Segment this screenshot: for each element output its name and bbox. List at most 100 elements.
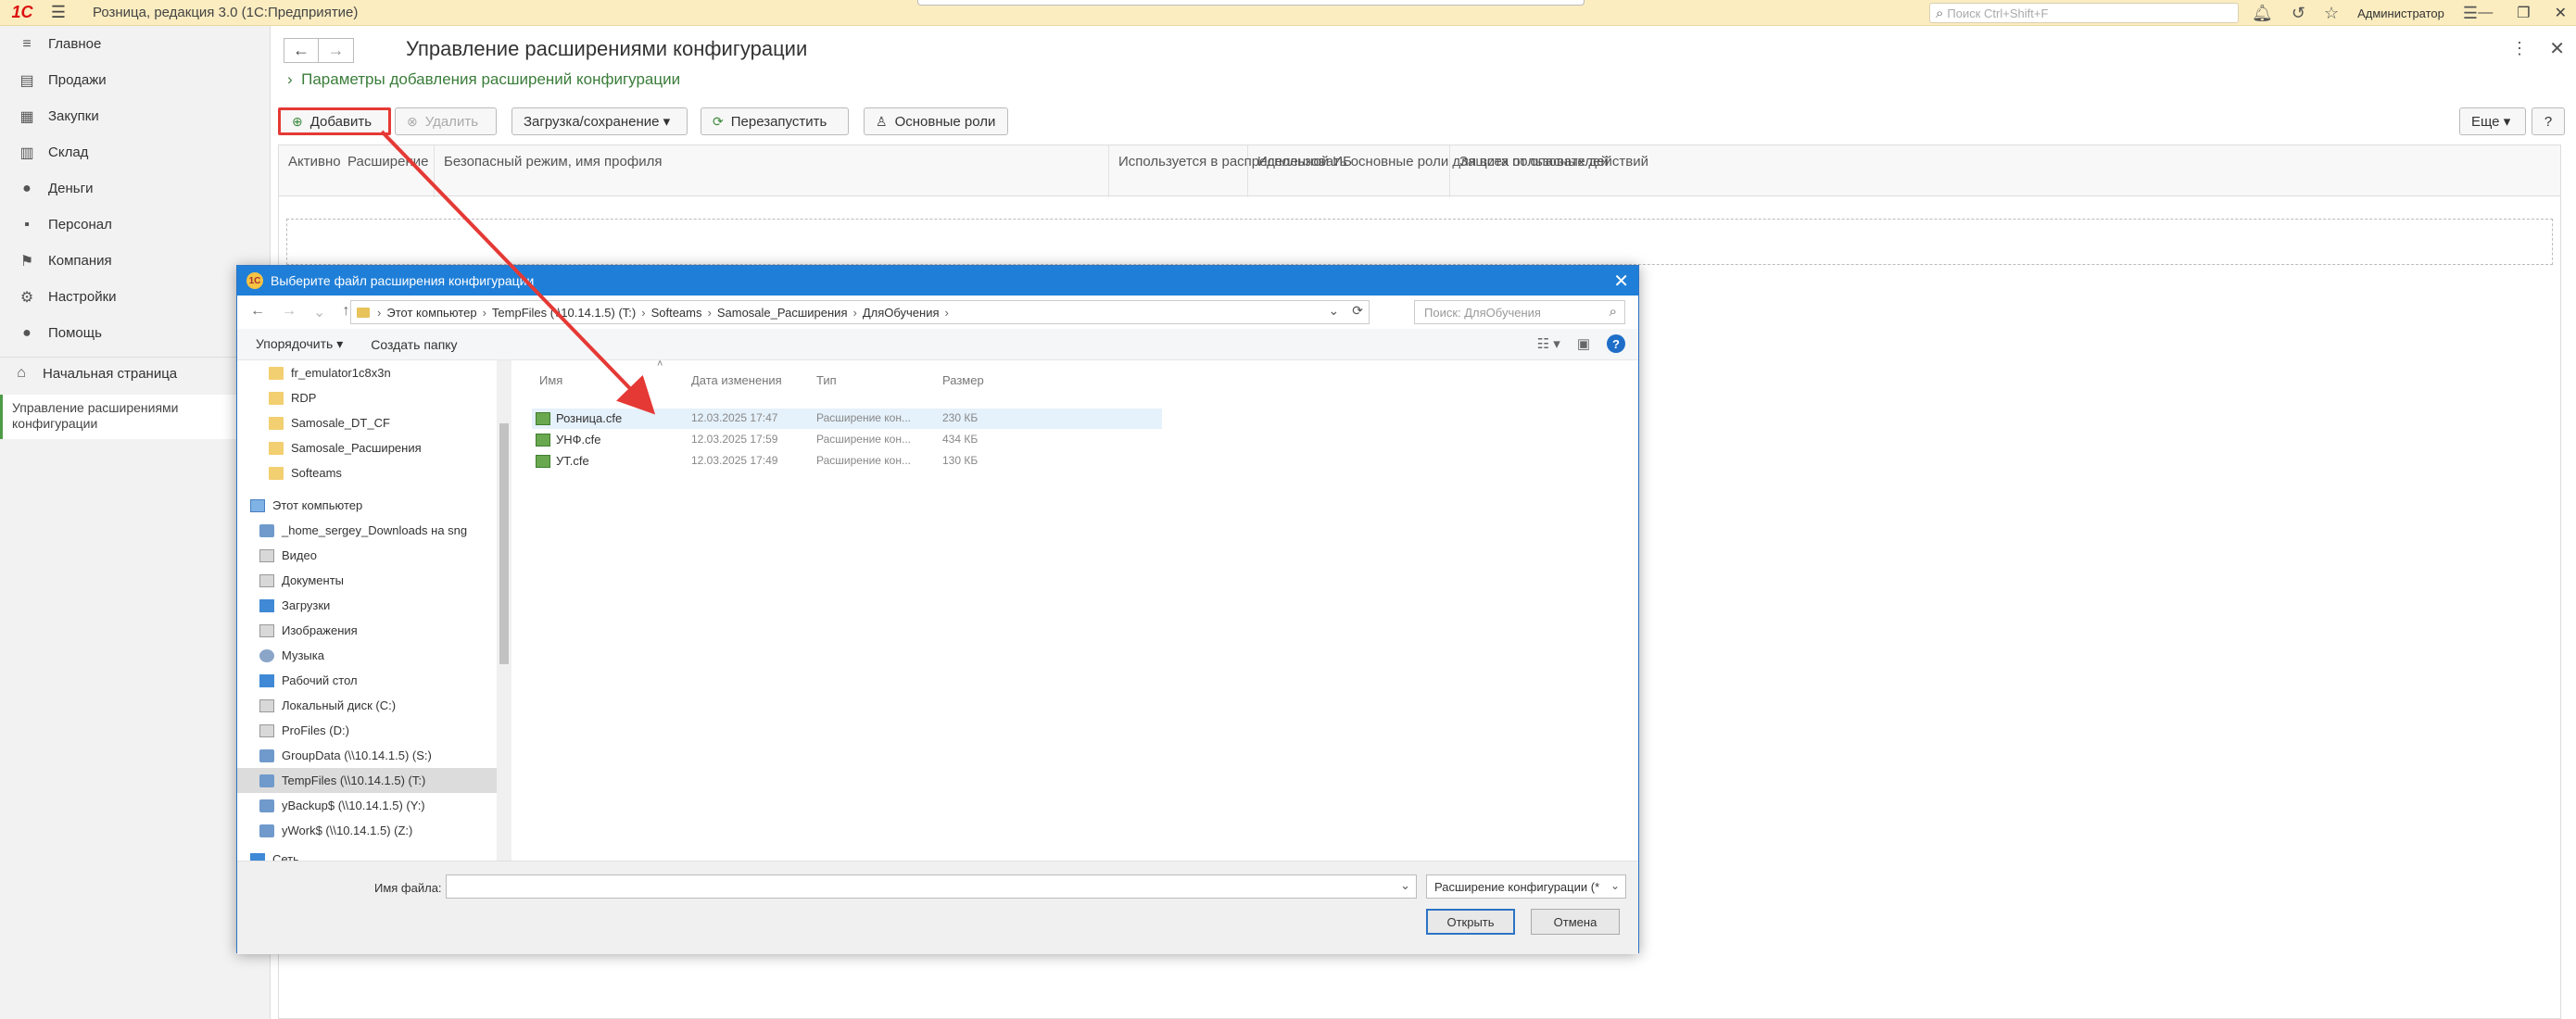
sidebar-item[interactable]: ▥ Склад [0,134,270,170]
address-bar[interactable]: › Этот компьютер › TempFiles (\\10.14.1.5)… [350,300,1370,324]
load-save-button[interactable]: Загрузка/сохранение ▾ [511,107,688,135]
refresh-icon[interactable]: ⟳ [1352,303,1363,319]
preview-pane-icon[interactable]: ▣ [1577,335,1590,352]
sidebar-item[interactable]: ▦ Закупки [0,98,270,134]
col-active[interactable]: Активно [279,145,342,197]
file-row[interactable]: УТ.cfe 12.03.2025 17:49 Расширение кон... 1… [532,451,1162,472]
tree-item[interactable]: Этот компьютер [237,493,511,518]
tree-item[interactable]: Samosale_DT_CF [237,410,511,435]
tree-item[interactable]: Загрузки [237,593,511,618]
file-date: 12.03.2025 17:59 [691,433,778,446]
header-name[interactable]: Имя [539,373,562,387]
sidebar-item[interactable]: ● Деньги [0,170,270,207]
forward-arrow-icon[interactable]: → [282,303,297,321]
organize-button[interactable]: Упорядочить ▾ [256,336,343,352]
main-menu-icon[interactable]: ☰ [44,3,72,22]
col-distributed-ib[interactable]: Используется в распределенной ИБ [1109,145,1352,197]
help-button[interactable]: ? [2532,107,2565,135]
tree-item[interactable]: Сеть [237,847,511,861]
sidebar-item[interactable]: ⚑ Компания [0,243,270,279]
minimize-icon[interactable]: — [2478,5,2493,21]
tree-item[interactable]: RDP [237,385,511,410]
breadcrumb-item[interactable]: ДляОбучения [863,306,940,320]
col-safe-mode[interactable]: Безопасный режим, имя профиля [435,145,1109,197]
sidebar-item[interactable]: ● Помощь [0,315,270,351]
settings-menu-icon[interactable]: ☰ [2463,4,2478,23]
tree-item[interactable]: yBackup$ (\\10.14.1.5) (Y:) [237,793,511,818]
user-name[interactable]: Администратор [2357,6,2444,20]
open-button[interactable]: Открыть [1426,909,1515,935]
chevron-down-icon[interactable]: ⌄ [1400,878,1410,893]
sidebar-item[interactable]: ▪ Персонал [0,207,270,243]
tree-item[interactable]: fr_emulator1c8x3n [237,360,511,385]
close-window-icon[interactable]: ✕ [2555,4,2567,22]
view-mode-icon[interactable]: ☷ ▾ [1537,335,1560,352]
chevron-right-icon[interactable]: › [641,306,645,320]
chevron-right-icon[interactable]: › [708,306,712,320]
navigation-tree[interactable]: fr_emulator1c8x3n RDP Samosale_DT_CF Samosa… [237,360,511,861]
dialog-close-icon[interactable]: ✕ [1613,270,1629,293]
back-button[interactable]: ← [284,38,319,63]
tree-item[interactable]: Samosale_Расширения [237,435,511,460]
back-arrow-icon[interactable]: ← [250,303,265,321]
col-main-roles[interactable]: Использовать основные роли для всех поль… [1248,145,1609,197]
file-row[interactable]: УНФ.cfe 12.03.2025 17:59 Расширение кон...… [532,430,1162,450]
restore-icon[interactable]: ❐ [2517,4,2530,22]
tree-item[interactable]: Softeams [237,460,511,485]
file-row[interactable]: Розница.cfe 12.03.2025 17:47 Расширение ко… [532,409,1162,429]
header-type[interactable]: Тип [816,373,837,387]
up-arrow-icon[interactable]: ↑ [342,303,349,321]
cancel-button[interactable]: Отмена [1531,909,1620,935]
header-date[interactable]: Дата изменения [691,373,782,387]
tree-item[interactable]: Музыка [237,643,511,668]
tree-item[interactable]: Документы [237,568,511,593]
file-type-select[interactable]: Расширение конфигурации (* ⌄ [1426,874,1626,899]
chevron-right-icon[interactable]: › [852,306,856,320]
breadcrumb-item[interactable]: Samosale_Расширения [717,306,848,320]
sidebar-home[interactable]: ⌂ Начальная страница [0,358,270,389]
add-button[interactable]: ⊕ Добавить [278,107,391,135]
tree-item[interactable]: Видео [237,543,511,568]
delete-button[interactable]: ⊗ Удалить [395,107,497,135]
bell-icon[interactable]: 🔔︎ [2252,4,2273,23]
breadcrumb-item[interactable]: Этот компьютер [386,306,476,320]
tree-scrollbar-thumb[interactable] [499,423,509,664]
tree-item[interactable]: ProFiles (D:) [237,718,511,743]
tree-item[interactable]: GroupData (\\10.14.1.5) (S:) [237,743,511,768]
sidebar-open-form[interactable]: Управление расширениями конфигурации [0,395,270,439]
chevron-right-icon[interactable]: › [945,306,949,320]
history-icon[interactable]: ↺ [2292,4,2305,23]
restart-button[interactable]: ⟳ Перезапустить [701,107,849,135]
header-size[interactable]: Размер [942,373,984,387]
help-icon[interactable]: ? [1607,334,1625,353]
form-close-icon[interactable]: ✕ [2549,37,2565,60]
computer-icon [250,498,265,512]
breadcrumb-item[interactable]: TempFiles (\\10.14.1.5) (T:) [492,306,636,320]
more-button[interactable]: Еще ▾ [2459,107,2526,135]
breadcrumb-item[interactable]: Softeams [651,306,702,320]
tree-item-label: Музыка [282,648,324,662]
history-chevron-icon[interactable]: ⌄ [313,303,325,321]
tree-item[interactable]: yWork$ (\\10.14.1.5) (Z:) [237,818,511,843]
col-danger-protection[interactable]: Защита от опасных действий [1450,145,1648,197]
new-folder-button[interactable]: Создать папку [371,337,457,352]
star-icon[interactable]: ☆ [2324,4,2339,23]
params-link[interactable]: › Параметры добавления расширений конфиг… [287,70,680,89]
global-search-input[interactable]: ⌕ Поиск Ctrl+Shift+F [1929,3,2239,23]
sidebar-item[interactable]: ▤ Продажи [0,62,270,98]
tree-item[interactable]: Рабочий стол [237,668,511,693]
sidebar-item[interactable]: ≡ Главное [0,26,270,62]
tree-item[interactable]: _home_sergey_Downloads на sng [237,518,511,543]
forward-button[interactable]: → [319,38,354,63]
col-extension[interactable]: Расширение [338,145,435,197]
tree-item[interactable]: Локальный диск (C:) [237,693,511,718]
tree-item[interactable]: Изображения [237,618,511,643]
dialog-search-input[interactable]: Поиск: ДляОбучения ⌕ [1414,300,1625,324]
chevron-right-icon[interactable]: › [483,306,486,320]
sidebar-item[interactable]: ⚙ Настройки [0,279,270,315]
tree-item[interactable]: TempFiles (\\10.14.1.5) (T:) [237,768,511,793]
file-name-input[interactable]: ⌄ [446,874,1417,899]
main-roles-button[interactable]: ♙ Основные роли [864,107,1008,135]
chevron-down-icon[interactable]: ⌄ [1329,303,1340,319]
form-more-icon[interactable]: ⋮ [2511,39,2528,58]
